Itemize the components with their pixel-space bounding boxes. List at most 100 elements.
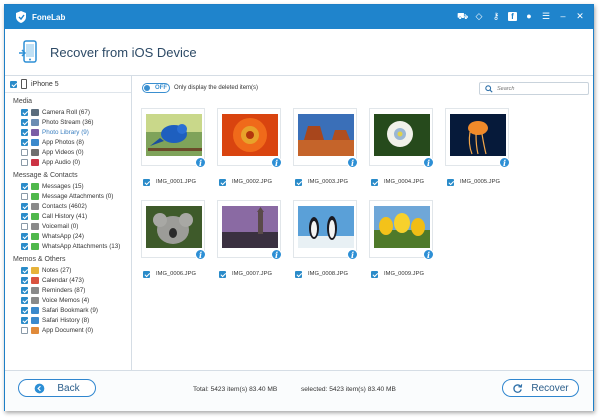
photo-checkbox[interactable]	[295, 178, 302, 186]
search-input[interactable]	[497, 85, 585, 93]
sidebar-item-checkbox[interactable]	[21, 108, 28, 116]
sidebar-item-checkbox[interactable]	[21, 276, 28, 284]
sidebar-item-checkbox[interactable]	[21, 286, 28, 294]
reminders-icon	[31, 286, 39, 294]
info-icon[interactable]: i	[195, 249, 206, 260]
sidebar-item-checkbox[interactable]	[21, 212, 28, 220]
sidebar-item-label: App Document (0)	[42, 326, 94, 334]
chat-icon[interactable]: ●	[524, 11, 534, 22]
info-icon[interactable]: i	[423, 249, 434, 260]
photo-checkbox[interactable]	[143, 178, 150, 186]
search-box[interactable]	[479, 82, 589, 95]
sidebar-item[interactable]: Messages (15)	[5, 181, 131, 191]
info-icon[interactable]: i	[347, 249, 358, 260]
cart-icon[interactable]: ⛟	[457, 11, 468, 22]
photo-checkbox[interactable]	[371, 178, 378, 186]
minimize-icon[interactable]: –	[558, 11, 568, 22]
photo-checkbox[interactable]	[371, 270, 378, 278]
sidebar-item[interactable]: Notes (27)	[5, 265, 131, 275]
photo-checkbox[interactable]	[143, 270, 150, 278]
diamond-icon[interactable]: ◇	[474, 11, 484, 22]
phone-icon	[21, 79, 27, 89]
sidebar-item[interactable]: Contacts (4602)	[5, 201, 131, 211]
photo-caption: IMG_0003.JPG	[295, 178, 348, 186]
sidebar-item-checkbox[interactable]	[21, 232, 28, 240]
device-checkbox[interactable]	[10, 80, 17, 88]
photo-checkbox[interactable]	[219, 178, 226, 186]
sidebar-item-checkbox[interactable]	[21, 222, 28, 230]
sidebar-item[interactable]: Message Attachments (0)	[5, 191, 131, 201]
recover-button[interactable]: Recover	[502, 379, 579, 397]
photo-caption: IMG_0009.JPG	[371, 270, 424, 278]
ios-device-icon	[19, 40, 37, 63]
sidebar-item-checkbox[interactable]	[21, 182, 28, 190]
sidebar-item-checkbox[interactable]	[21, 148, 28, 156]
contacts-icon	[31, 202, 39, 210]
info-icon[interactable]: i	[347, 157, 358, 168]
search-icon[interactable]	[485, 85, 493, 93]
sidebar-item[interactable]: Calendar (473)	[5, 275, 131, 285]
back-button[interactable]: Back	[18, 379, 96, 397]
photo-thumbnail[interactable]: i	[369, 200, 434, 260]
photo-thumbnail[interactable]: i	[217, 108, 282, 168]
menu-icon[interactable]: ☰	[541, 11, 551, 22]
sidebar-item-checkbox[interactable]	[21, 296, 28, 304]
sidebar-item-checkbox[interactable]	[21, 202, 28, 210]
facebook-icon[interactable]: f	[508, 12, 517, 21]
photo-checkbox[interactable]	[219, 270, 226, 278]
photo-thumbnail[interactable]: i	[445, 108, 510, 168]
close-icon[interactable]: ✕	[575, 11, 585, 22]
photo-thumbnail[interactable]: i	[217, 200, 282, 260]
photo-filename: IMG_0006.JPG	[156, 271, 196, 277]
sidebar-item[interactable]: Photo Stream (36)	[5, 117, 131, 127]
sidebar-item[interactable]: App Videos (0)	[5, 147, 131, 157]
main-panel: OFF Only display the deleted item(s) i IM…	[133, 76, 594, 370]
sidebar-item-checkbox[interactable]	[21, 118, 28, 126]
sidebar-item-checkbox[interactable]	[21, 138, 28, 146]
sidebar-item-label: WhatsApp (24)	[42, 232, 84, 240]
sidebar-item[interactable]: Photo Library (9)	[5, 127, 131, 137]
info-icon[interactable]: i	[271, 157, 282, 168]
sidebar-item-checkbox[interactable]	[21, 326, 28, 334]
sidebar-item[interactable]: Safari Bookmark (9)	[5, 305, 131, 315]
photo-checkbox[interactable]	[447, 178, 454, 186]
fonelab-logo-icon	[16, 11, 26, 23]
deleted-only-toggle[interactable]: OFF	[142, 83, 170, 93]
sidebar-item-checkbox[interactable]	[21, 128, 28, 136]
device-row[interactable]: iPhone 5	[5, 76, 131, 93]
photo-thumbnail[interactable]: i	[369, 108, 434, 168]
whatsapp-icon	[31, 232, 39, 240]
sidebar-item[interactable]: Voice Memos (4)	[5, 295, 131, 305]
photo-checkbox[interactable]	[295, 270, 302, 278]
sidebar-item[interactable]: Voicemail (0)	[5, 221, 131, 231]
call-history-icon	[31, 212, 39, 220]
sidebar-item[interactable]: Call History (41)	[5, 211, 131, 221]
sidebar-item-checkbox[interactable]	[21, 306, 28, 314]
sidebar-item-checkbox[interactable]	[21, 192, 28, 200]
sidebar-item-checkbox[interactable]	[21, 316, 28, 324]
info-icon[interactable]: i	[423, 157, 434, 168]
info-icon[interactable]: i	[499, 157, 510, 168]
photo-thumbnail[interactable]: i	[141, 108, 206, 168]
photo-caption: IMG_0007.JPG	[219, 270, 272, 278]
info-icon[interactable]: i	[271, 249, 282, 260]
photo-thumbnail[interactable]: i	[293, 200, 358, 260]
sidebar-group-title: Message & Contacts	[13, 172, 78, 179]
info-icon[interactable]: i	[195, 157, 206, 168]
sidebar-item[interactable]: App Audio (0)	[5, 157, 131, 167]
sidebar-item-checkbox[interactable]	[21, 266, 28, 274]
sidebar-item[interactable]: Camera Roll (67)	[5, 107, 131, 117]
key-icon[interactable]: ⚷	[491, 11, 501, 22]
photo-caption: IMG_0002.JPG	[219, 178, 272, 186]
sidebar-item[interactable]: App Photos (8)	[5, 137, 131, 147]
voice-memos-icon	[31, 296, 39, 304]
sidebar-item[interactable]: App Document (0)	[5, 325, 131, 335]
sidebar-item[interactable]: WhatsApp (24)	[5, 231, 131, 241]
sidebar-item[interactable]: Reminders (87)	[5, 285, 131, 295]
photo-thumbnail[interactable]: i	[293, 108, 358, 168]
photo-thumbnail[interactable]: i	[141, 200, 206, 260]
sidebar-item-checkbox[interactable]	[21, 158, 28, 166]
sidebar-item[interactable]: WhatsApp Attachments (13)	[5, 241, 131, 251]
sidebar-item-checkbox[interactable]	[21, 242, 28, 250]
sidebar-item[interactable]: Safari History (8)	[5, 315, 131, 325]
